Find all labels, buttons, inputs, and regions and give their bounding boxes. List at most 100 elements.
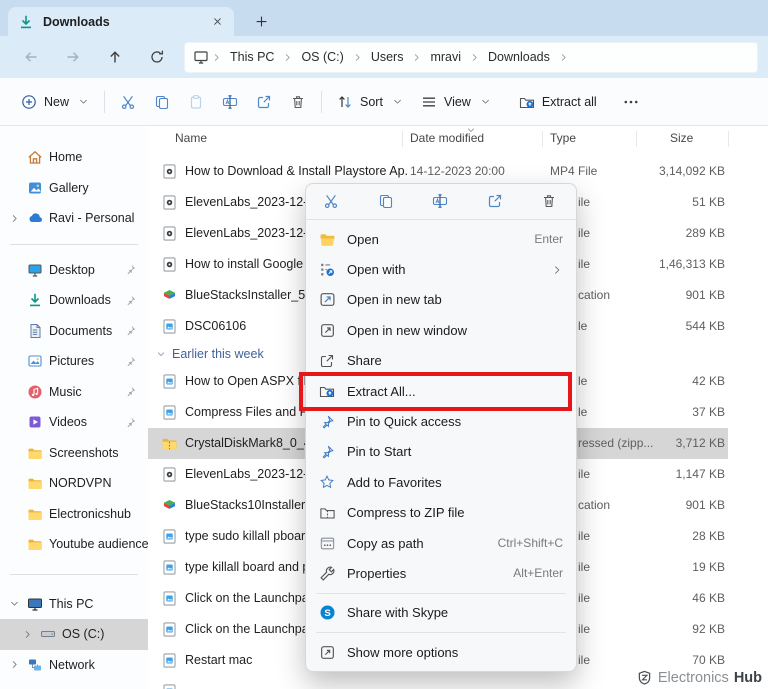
share-icon[interactable] — [487, 193, 505, 211]
sidebar-item-nordvpn[interactable]: NORDVPN — [0, 468, 148, 499]
share-icon — [256, 94, 272, 110]
bluestacks-file-icon — [161, 497, 178, 514]
new-button[interactable]: New — [12, 85, 98, 119]
back-button[interactable] — [10, 49, 52, 65]
rename-icon[interactable] — [432, 193, 450, 211]
menu-item-extract-all[interactable]: Extract All... — [310, 376, 572, 406]
breadcrumb-item-downloads[interactable]: Downloads — [482, 50, 556, 64]
menu-item-copy-as-path[interactable]: Copy as path Ctrl+Shift+C — [310, 528, 572, 558]
menu-item-pin-to-quick-access[interactable]: Pin to Quick access — [310, 406, 572, 436]
menu-item-add-to-favorites[interactable]: Add to Favorites — [310, 467, 572, 497]
tab-bar: Downloads — [0, 0, 768, 36]
sidebar-item-screenshots[interactable]: Screenshots — [0, 438, 148, 469]
menu-item-open-in-new-window[interactable]: Open in new window — [310, 315, 572, 345]
new-plus-icon — [21, 94, 37, 110]
delete-button[interactable] — [281, 85, 315, 119]
electronics-hub-logo-icon — [637, 670, 653, 686]
svg-text:S: S — [324, 608, 330, 619]
network-icon — [27, 657, 43, 673]
column-divider[interactable] — [636, 131, 637, 147]
sidebar-item-label: Music — [49, 384, 82, 399]
view-button[interactable]: View — [412, 85, 500, 119]
sidebar-item-documents[interactable]: Documents — [0, 316, 148, 347]
onedrive-icon — [27, 210, 43, 226]
menu-item-properties[interactable]: Properties Alt+Enter — [310, 558, 572, 588]
chevron-right-icon[interactable] — [9, 659, 20, 670]
menu-item-pin-to-start[interactable]: Pin to Start — [310, 437, 572, 467]
cut-button[interactable] — [111, 85, 145, 119]
watermark: Electronics Hub — [637, 670, 762, 686]
sidebar-item-this-pc[interactable]: This PC — [0, 589, 148, 620]
delete-icon[interactable] — [541, 193, 559, 211]
menu-item-open-in-new-tab[interactable]: Open in new tab — [310, 285, 572, 315]
sidebar-item-label: Home — [49, 150, 83, 165]
address-bar[interactable]: This PC OS (C:) Users mravi Downloads — [184, 41, 758, 73]
menu-item-label: Add to Favorites — [347, 474, 442, 490]
see-more-button[interactable] — [614, 85, 648, 119]
sidebar-item-music[interactable]: Music — [0, 377, 148, 408]
extract-all-button[interactable]: Extract all — [510, 85, 606, 119]
this-pc-monitor-icon — [193, 49, 209, 65]
sidebar-item-downloads[interactable]: Downloads — [0, 285, 148, 316]
sidebar-item-os-c[interactable]: OS (C:) — [0, 619, 148, 650]
sidebar-item-home[interactable]: Home — [0, 142, 148, 173]
new-window-icon — [319, 322, 347, 339]
cut-icon[interactable] — [323, 193, 341, 211]
refresh-button[interactable] — [136, 49, 178, 65]
copy-icon[interactable] — [378, 193, 396, 211]
column-divider[interactable] — [402, 131, 403, 147]
sidebar-item-electronicshub[interactable]: Electronicshub — [0, 499, 148, 530]
file-name: How to Download & Install Playstore Ap..… — [185, 164, 407, 178]
new-tab-button[interactable] — [254, 14, 269, 29]
sidebar-item-videos[interactable]: Videos — [0, 407, 148, 438]
context-menu: Open Enter Open with Open in new tab Ope… — [305, 183, 577, 673]
breadcrumb-item-this-pc[interactable]: This PC — [224, 50, 280, 64]
menu-item-share[interactable]: Share — [310, 346, 572, 376]
sidebar-item-label: Desktop — [49, 262, 95, 277]
sidebar-item-gallery[interactable]: Gallery — [0, 173, 148, 204]
sidebar-item-network[interactable]: Network — [0, 650, 148, 681]
sort-button[interactable]: Sort — [328, 85, 412, 119]
menu-item-open[interactable]: Open Enter — [310, 224, 572, 254]
chevron-right-icon — [558, 52, 569, 63]
menu-divider — [316, 632, 566, 634]
menu-item-show-more-options[interactable]: Show more options — [310, 637, 572, 667]
share-button[interactable] — [247, 85, 281, 119]
chevron-right-icon[interactable] — [22, 629, 33, 640]
tab-downloads[interactable]: Downloads — [8, 7, 234, 36]
rename-button[interactable] — [213, 85, 247, 119]
chevron-down-icon[interactable] — [156, 349, 166, 359]
chevron-right-icon[interactable] — [9, 213, 20, 224]
column-header-name[interactable]: Name — [175, 131, 207, 145]
music-icon — [27, 384, 43, 400]
pin-icon — [124, 263, 137, 276]
column-divider[interactable] — [542, 131, 543, 147]
sort-direction-icon — [466, 126, 476, 135]
sidebar-item-ravi-personal[interactable]: Ravi - Personal — [0, 203, 148, 234]
pin-icon — [124, 294, 137, 307]
sidebar-item-youtube-audience-i[interactable]: Youtube audience i — [0, 529, 148, 560]
menu-item-compress-to-zip-file[interactable]: Compress to ZIP file — [310, 498, 572, 528]
forward-button[interactable] — [52, 49, 94, 65]
menu-item-label: Open in new window — [347, 322, 467, 338]
sidebar-item-pictures[interactable]: Pictures — [0, 346, 148, 377]
up-button[interactable] — [94, 49, 136, 65]
copy-button[interactable] — [145, 85, 179, 119]
breadcrumb-item-users[interactable]: Users — [365, 50, 410, 64]
tab-close-icon[interactable] — [211, 15, 224, 28]
menu-item-open-with[interactable]: Open with — [310, 254, 572, 284]
folder-icon — [27, 475, 43, 491]
chevron-down-icon[interactable] — [9, 598, 20, 609]
sidebar-item-label: Gallery — [49, 180, 89, 195]
menu-item-share-with-skype[interactable]: S Share with Skype — [310, 598, 572, 628]
paste-button[interactable] — [179, 85, 213, 119]
column-header-type[interactable]: Type — [550, 131, 576, 145]
menu-item-label: Open in new tab — [347, 292, 442, 308]
breadcrumb-item-mravi[interactable]: mravi — [424, 50, 467, 64]
breadcrumb-item-os-c[interactable]: OS (C:) — [295, 50, 349, 64]
sidebar-item-desktop[interactable]: Desktop — [0, 255, 148, 286]
sidebar-item-label: This PC — [49, 596, 94, 611]
extract-all-icon — [519, 94, 535, 110]
column-header-size[interactable]: Size — [670, 131, 693, 145]
column-divider[interactable] — [728, 131, 729, 147]
